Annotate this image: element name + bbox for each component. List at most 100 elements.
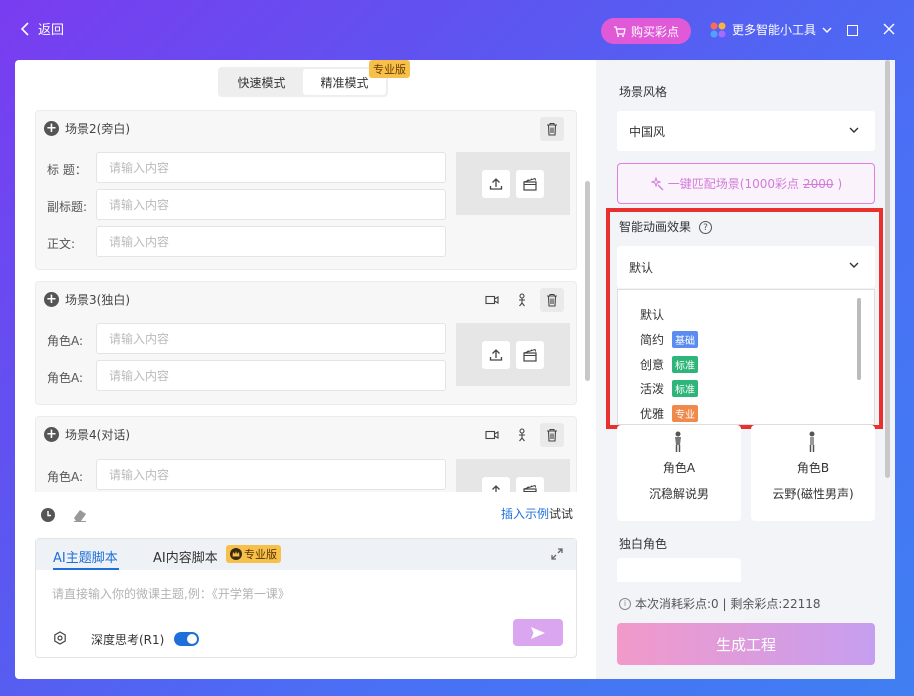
magic-wand-icon — [650, 176, 664, 190]
video-button[interactable] — [480, 288, 504, 312]
eraser-icon[interactable] — [72, 507, 88, 523]
expand-icon[interactable] — [550, 547, 564, 561]
plus-icon[interactable]: + — [44, 121, 59, 136]
generate-project-button[interactable]: 生成工程 — [617, 623, 875, 665]
pro-badge: 专业版 — [226, 545, 281, 563]
upload-icon — [489, 177, 503, 190]
field-label: 角色A: — [47, 371, 84, 385]
history-icon[interactable] — [40, 507, 56, 523]
insert-example: 插入示例试试 — [501, 505, 573, 522]
deep-think-toggle[interactable] — [174, 632, 199, 646]
pro-badge-label: 专业版 — [244, 548, 277, 561]
role-line-input[interactable]: 请输入内容 — [96, 459, 446, 490]
trash-icon — [547, 428, 557, 442]
original-price: 2000 — [803, 176, 834, 191]
monologue-role-card[interactable] — [617, 558, 741, 582]
scene-header: + 场景4(对话) — [44, 426, 130, 443]
scene-style-title: 场景风格 — [619, 85, 668, 99]
points-cost: i 本次消耗彩点:0 | 剩余彩点:22118 — [619, 595, 821, 612]
upload-button[interactable] — [482, 169, 510, 198]
scene-card: + 场景4(对话) 角色A: 请输入内容 — [35, 416, 577, 492]
delete-scene-button[interactable] — [540, 423, 564, 447]
chevron-down-icon — [849, 127, 859, 133]
field-label: 正文: — [47, 237, 76, 251]
video-camera-icon — [485, 430, 499, 440]
scene-actions — [480, 423, 564, 447]
monologue-role-title: 独白角色 — [619, 537, 668, 551]
settings-scrollbar[interactable] — [885, 60, 890, 478]
mode-switch: 快速模式 精准模式 — [218, 67, 388, 97]
clapper-button[interactable] — [516, 476, 544, 492]
role-name: 角色B — [796, 461, 830, 475]
role-card[interactable]: 角色B 云野(磁性男声) — [751, 425, 875, 521]
auto-match-suffix: ) — [837, 176, 843, 191]
deep-think-label: 深度思考(R1) — [91, 633, 165, 647]
scene-actions — [540, 117, 564, 141]
info-icon: i — [619, 597, 631, 610]
tab-fast-mode[interactable]: 快速模式 — [220, 69, 303, 95]
media-slot — [456, 152, 570, 215]
character-button[interactable] — [510, 423, 534, 447]
upload-button[interactable] — [482, 476, 510, 492]
upload-button[interactable] — [482, 340, 510, 369]
character-avatar — [675, 431, 681, 452]
insert-example-link[interactable]: 插入示例 — [501, 507, 549, 521]
tab-ai-theme-script[interactable]: AI主题脚本 — [53, 547, 118, 566]
field-label: 副标题: — [47, 200, 88, 214]
scene-clip: + 场景4(对话) 角色A: 请输入内容 — [35, 416, 578, 492]
scene-style-select[interactable]: 中国风 — [617, 111, 875, 151]
back-label: 返回 — [38, 23, 65, 38]
buy-points-label: 购买彩点 — [630, 24, 679, 39]
title-bar: 返回 购买彩点 更多智能小工具 — [0, 0, 914, 60]
body-input[interactable]: 请输入内容 — [96, 226, 446, 257]
points-cost-text: 本次消耗彩点:0 | 剩余彩点:22118 — [635, 597, 821, 611]
character-button[interactable] — [510, 288, 534, 312]
more-tools-menu[interactable]: 更多智能小工具 — [710, 21, 832, 38]
role-voice: 云野(磁性男声) — [772, 487, 854, 501]
field-label: 角色A: — [47, 334, 84, 348]
scene-style-value: 中国风 — [629, 124, 666, 139]
auto-match-scene-button[interactable]: 一键匹配场景(1000彩点 2000) — [617, 163, 875, 204]
ai-prompt-input[interactable]: 请直接输入你的微课主题,例：《开学第一课》 — [52, 585, 290, 602]
clapper-button[interactable] — [516, 340, 544, 369]
video-button[interactable] — [480, 423, 504, 447]
chevron-left-icon — [20, 21, 29, 36]
tab-ai-content-script[interactable]: AI内容脚本 — [153, 547, 218, 566]
plus-icon[interactable]: + — [44, 292, 59, 307]
chevron-down-icon — [822, 27, 832, 33]
close-icon[interactable] — [882, 22, 896, 36]
title-input[interactable]: 请输入内容 — [96, 152, 446, 183]
send-button[interactable] — [513, 619, 563, 646]
media-slot — [456, 323, 570, 386]
role-voice: 沉稳解说男 — [648, 487, 709, 501]
role-line-input[interactable]: 请输入内容 — [96, 360, 446, 391]
trash-icon — [547, 122, 557, 136]
scene-list-scrollbar[interactable] — [585, 181, 590, 381]
scene-card: + 场景2(旁白) 标 题： 请输入内容 副标题: 请输入内容 正文: 请输入内… — [35, 110, 577, 270]
settings-icon[interactable] — [53, 631, 67, 645]
delete-scene-button[interactable] — [540, 288, 564, 312]
media-slot — [456, 459, 570, 492]
apps-icon — [710, 22, 726, 37]
scene-card: + 场景3(独白) 角色A: 请输入内容 角色A: 请输入内容 — [35, 281, 577, 405]
role-line-input[interactable]: 请输入内容 — [96, 323, 446, 354]
clapperboard-icon — [523, 177, 537, 191]
person-icon — [519, 428, 525, 442]
clapperboard-icon — [523, 484, 537, 492]
field-label: 标 题： — [47, 163, 87, 177]
subtitle-input[interactable]: 请输入内容 — [96, 189, 446, 220]
plus-icon[interactable]: + — [44, 427, 59, 442]
delete-scene-button[interactable] — [540, 117, 564, 141]
role-card[interactable]: 角色A 沉稳解说男 — [617, 425, 741, 521]
crown-icon — [230, 548, 242, 560]
scene-title: 场景2(旁白) — [65, 122, 130, 136]
ai-script-panel: AI主题脚本 AI内容脚本 专业版 请直接输入你的微课主题,例：《开学第一课》 … — [35, 538, 577, 658]
scene-header: + 场景2(旁白) — [44, 120, 130, 137]
clapper-button[interactable] — [516, 169, 544, 198]
clapperboard-icon — [523, 348, 537, 362]
highlight-box — [606, 208, 883, 429]
back-button[interactable]: 返回 — [20, 19, 64, 38]
pro-badge: 专业版 — [369, 60, 410, 78]
maximize-button[interactable] — [847, 25, 858, 36]
buy-points-button[interactable]: 购买彩点 — [601, 18, 691, 44]
